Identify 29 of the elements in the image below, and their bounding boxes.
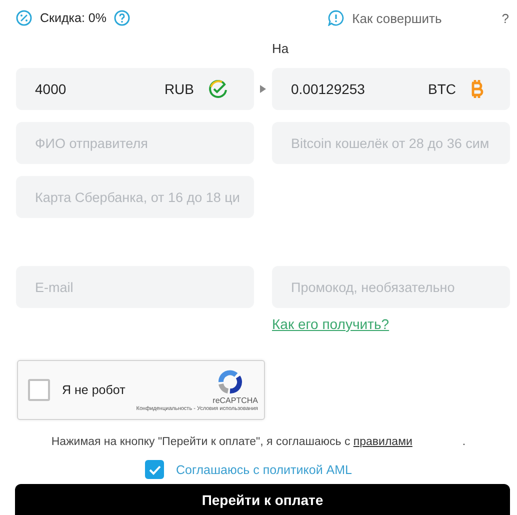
rules-link[interactable]: правилами <box>353 436 412 448</box>
input-field[interactable]: Карта Сбербанка, от 16 до 18 ци <box>16 176 254 218</box>
check-icon <box>148 464 160 474</box>
agreement-text: Нажимая на кнопку "Перейти к оплате", я соглашаюсь с правилами . <box>50 436 467 448</box>
captcha-brand: reCAPTCHA <box>212 396 258 404</box>
pay-button[interactable]: Перейти к оплате <box>15 484 510 515</box>
captcha-label: Я не робот <box>62 383 126 397</box>
bitcoin-icon <box>470 79 484 99</box>
check-circle-icon <box>208 79 228 99</box>
captcha-checkbox[interactable] <box>28 379 50 401</box>
amount-field[interactable]: 4000 RUB <box>16 68 254 110</box>
currency-code: BTC <box>428 81 456 97</box>
amount-field[interactable]: 0.00129253 BTC <box>272 68 510 110</box>
arrow-right-icon <box>260 85 266 93</box>
aml-checkbox[interactable] <box>145 460 164 479</box>
input-field[interactable]: Bitcoin кошелёк от 28 до 36 сим <box>272 122 510 164</box>
recaptcha-logo-icon <box>216 368 244 394</box>
help-icon[interactable] <box>114 10 130 26</box>
input-field[interactable]: E-mail <box>16 266 254 308</box>
discount-label: Скидка: 0% <box>40 11 106 25</box>
to-label: На <box>272 41 290 58</box>
how-to-link[interactable]: Как совершить <box>352 10 442 26</box>
percent-icon <box>16 10 32 26</box>
info-bubble-icon <box>328 10 344 26</box>
input-field[interactable]: ФИО отправителя <box>16 122 254 164</box>
input-field[interactable]: Промокод, необязательно <box>272 266 510 308</box>
currency-code: RUB <box>164 81 194 97</box>
aml-label: Соглашаюсь с политикой AML <box>176 462 352 476</box>
how-to-question-mark: ? <box>502 10 509 26</box>
